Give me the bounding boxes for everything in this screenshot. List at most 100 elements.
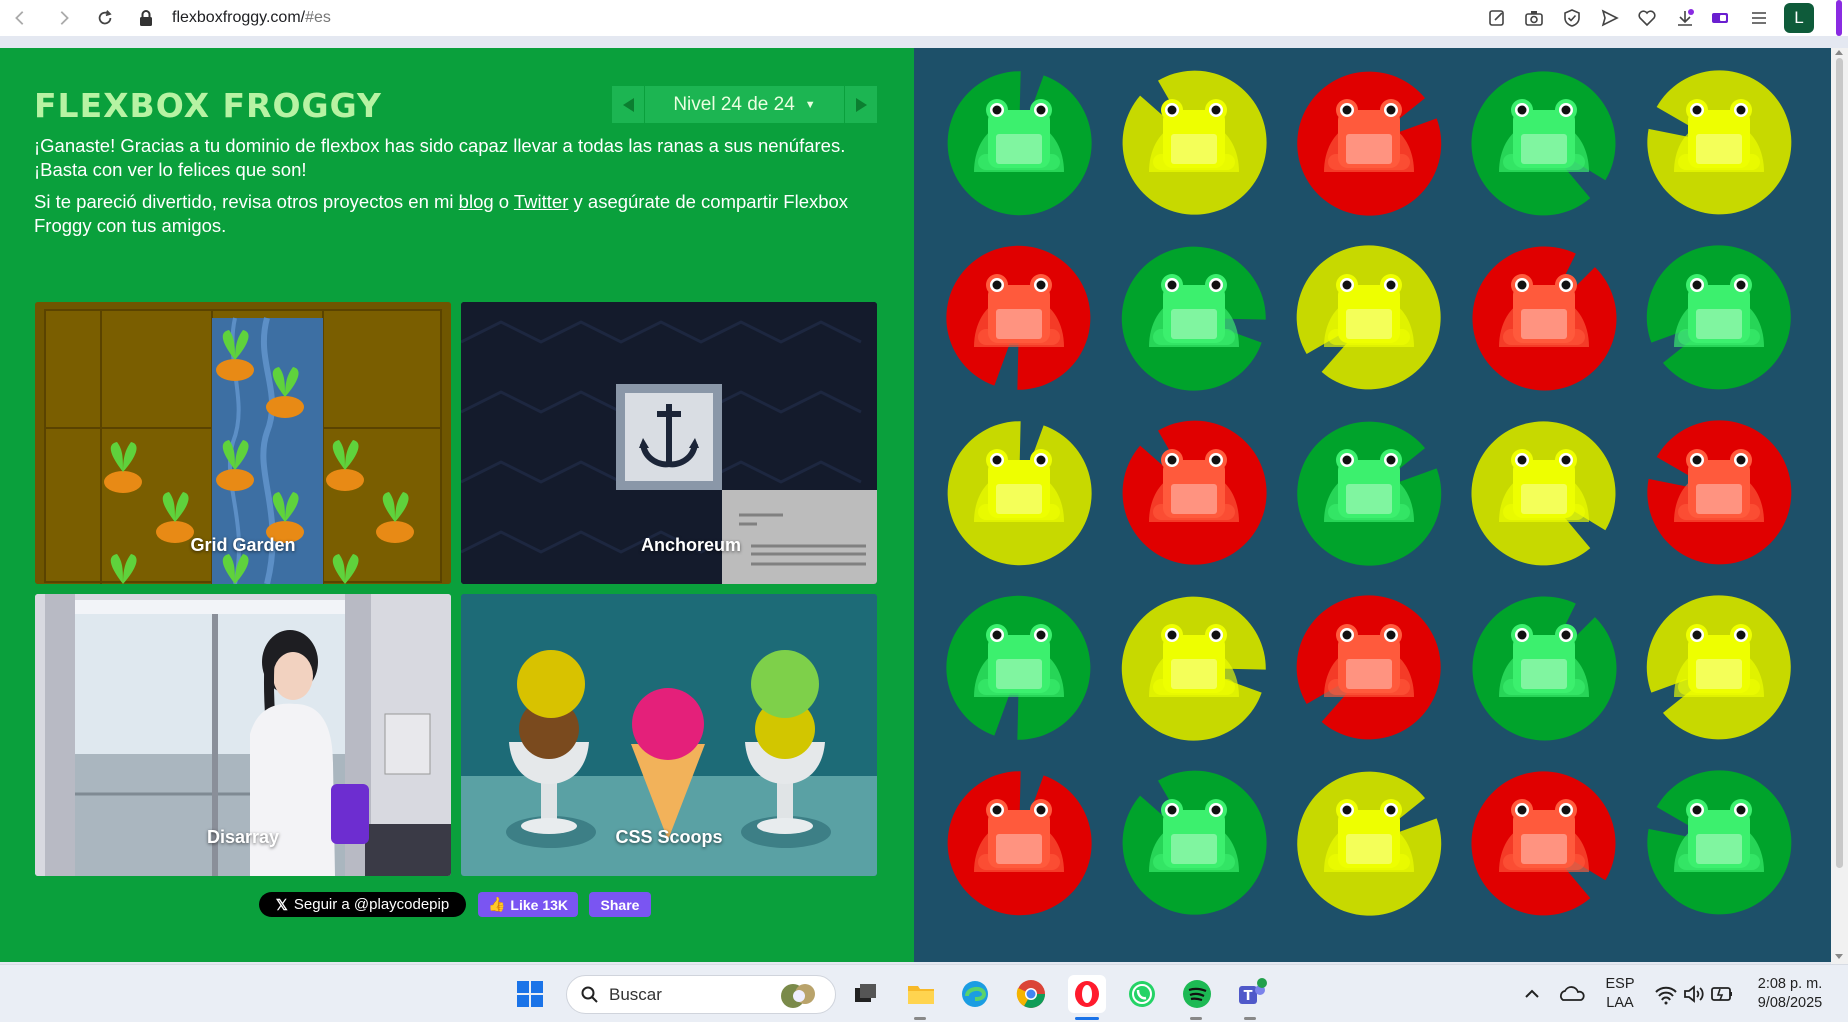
level-label: Nivel 24 de 24 [673,93,795,115]
project-label-disarray: Disarray [206,827,280,847]
profile-avatar[interactable]: L [1784,3,1814,33]
url-host: flexboxfroggy.com/ [172,9,306,26]
onedrive-icon[interactable] [1553,975,1591,1013]
lilypad-frog-green [1119,243,1269,393]
lilypad-frog-red [1469,243,1619,393]
instructions-panel: FLEXBOX FROGGY Nivel 24 de 24 ▼ ¡Ganaste!… [0,48,914,962]
search-placeholder: Buscar [609,984,662,1004]
clock-time: 2:08 p. m. [1757,976,1823,992]
page-scrollbar[interactable] [1831,48,1848,964]
lilypad-frog-green [1294,418,1444,568]
next-level-button[interactable] [845,86,877,123]
share-message: Si te pareció divertido, revisa otros pr… [34,190,884,238]
taskbar-search[interactable]: Buscar [566,975,836,1014]
forward-icon[interactable] [52,6,76,30]
lilypad-frog-green [1119,768,1269,918]
wallet-icon[interactable] [1709,7,1731,29]
scroll-down-icon[interactable] [1835,954,1843,959]
download-icon[interactable] [1674,7,1696,29]
project-card-disarray[interactable]: Disarray [35,594,451,876]
reload-icon[interactable] [93,6,117,30]
share-text-2: o [493,191,514,212]
scroll-up-icon[interactable] [1835,50,1843,55]
clock[interactable]: 2:08 p. m. 9/08/2025 [1744,975,1836,1013]
arrow-right-icon [855,97,867,112]
edit-page-icon[interactable] [1486,7,1508,29]
teams-running-indicator [1244,1017,1256,1020]
lilypad-frog-red [1294,593,1444,743]
project-card-css-scoops[interactable]: CSS Scoops [461,594,877,876]
lilypad-frog-red [1119,418,1269,568]
battery-icon[interactable] [1703,975,1741,1013]
share-button[interactable]: Share [589,892,651,917]
clock-date: 9/08/2025 [1757,995,1823,1011]
follow-button[interactable]: 𝕏 Seguir a @playcodepip [259,892,466,917]
taskbar: Buscar T ESP LAA 2:08 p. m. 9/08/2025 [0,964,1848,1022]
blog-link[interactable]: blog [459,191,494,212]
lilypad-frog-green [1644,768,1794,918]
heart-icon[interactable] [1636,7,1658,29]
lilypad-frog-red [1294,68,1444,218]
lilypad-frog-green [1469,593,1619,743]
page-frame [0,36,1848,48]
previous-level-button[interactable] [612,86,644,123]
like-button[interactable]: 👍 Like 13K [478,892,578,917]
opera-icon[interactable] [1068,975,1106,1013]
game-logo[interactable]: FLEXBOX FROGGY [34,86,382,125]
x-logo-icon: 𝕏 [275,896,288,914]
address-bar[interactable]: flexboxfroggy.com/#es [172,9,331,27]
edge-icon[interactable] [956,975,994,1013]
twitter-link[interactable]: Twitter [514,191,568,212]
svg-text:T: T [1244,989,1253,1004]
lock-icon[interactable] [138,9,154,27]
teams-icon[interactable]: T [1232,975,1270,1013]
project-card-grid-garden[interactable]: Grid Garden [35,302,451,584]
back-icon[interactable] [8,6,32,30]
chrome-icon[interactable] [1012,975,1050,1013]
arrow-left-icon [622,97,634,112]
file-explorer-icon[interactable] [902,975,940,1013]
whatsapp-icon[interactable] [1123,975,1161,1013]
lang-code: ESP [1605,976,1635,992]
windows-start-icon[interactable] [511,975,549,1013]
dropdown-arrow-icon: ▼ [804,98,816,111]
sidebar-toggle[interactable] [1836,0,1842,36]
lilypad-frog-red [944,768,1094,918]
lilypad-frog-green [944,593,1094,743]
camera-icon[interactable] [1523,7,1545,29]
like-label: Like 13K [510,896,569,913]
lilypad-frog-yellow [1644,68,1794,218]
send-icon[interactable] [1599,7,1621,29]
lilypad-frog-red [1469,768,1619,918]
chevron-up-icon[interactable] [1513,975,1551,1013]
lilypad-frog-yellow [944,418,1094,568]
search-highlight-icon [781,984,815,1008]
url-hash: #es [305,9,331,26]
browser-toolbar: flexboxfroggy.com/#es L [0,0,1848,36]
project-card-anchoreum[interactable]: Anchoreum [461,302,877,584]
lilypad-frog-yellow [1644,593,1794,743]
lilypad-frog-red [1644,418,1794,568]
spotify-icon[interactable] [1178,975,1216,1013]
lilypad-frog-green [944,68,1094,218]
spotify-running-indicator [1190,1017,1202,1020]
lilypad-frog-yellow [1294,243,1444,393]
input-language[interactable]: ESP LAA [1599,975,1641,1013]
thumbs-up-icon: 👍 [487,896,506,912]
lilypad-frog-yellow [1119,593,1269,743]
search-icon [581,986,598,1003]
project-label-anchoreum: Anchoreum [641,535,742,555]
project-label-grid-garden: Grid Garden [190,535,296,555]
lilypad-frog-yellow [1469,418,1619,568]
scrollbar-thumb[interactable] [1836,58,1843,868]
share-text-1: Si te pareció divertido, revisa otros pr… [34,191,459,212]
lilypad-frog-yellow [1294,768,1444,918]
lilypad-frog-red [944,243,1094,393]
menu-icon[interactable] [1748,7,1770,29]
win-message: ¡Ganaste! Gracias a tu dominio de flexbo… [34,135,846,180]
pond-board [914,48,1831,962]
level-selector: Nivel 24 de 24 ▼ [612,86,877,123]
level-dropdown[interactable]: Nivel 24 de 24 ▼ [645,86,844,123]
task-view-icon[interactable] [846,975,884,1013]
shield-icon[interactable] [1561,7,1583,29]
